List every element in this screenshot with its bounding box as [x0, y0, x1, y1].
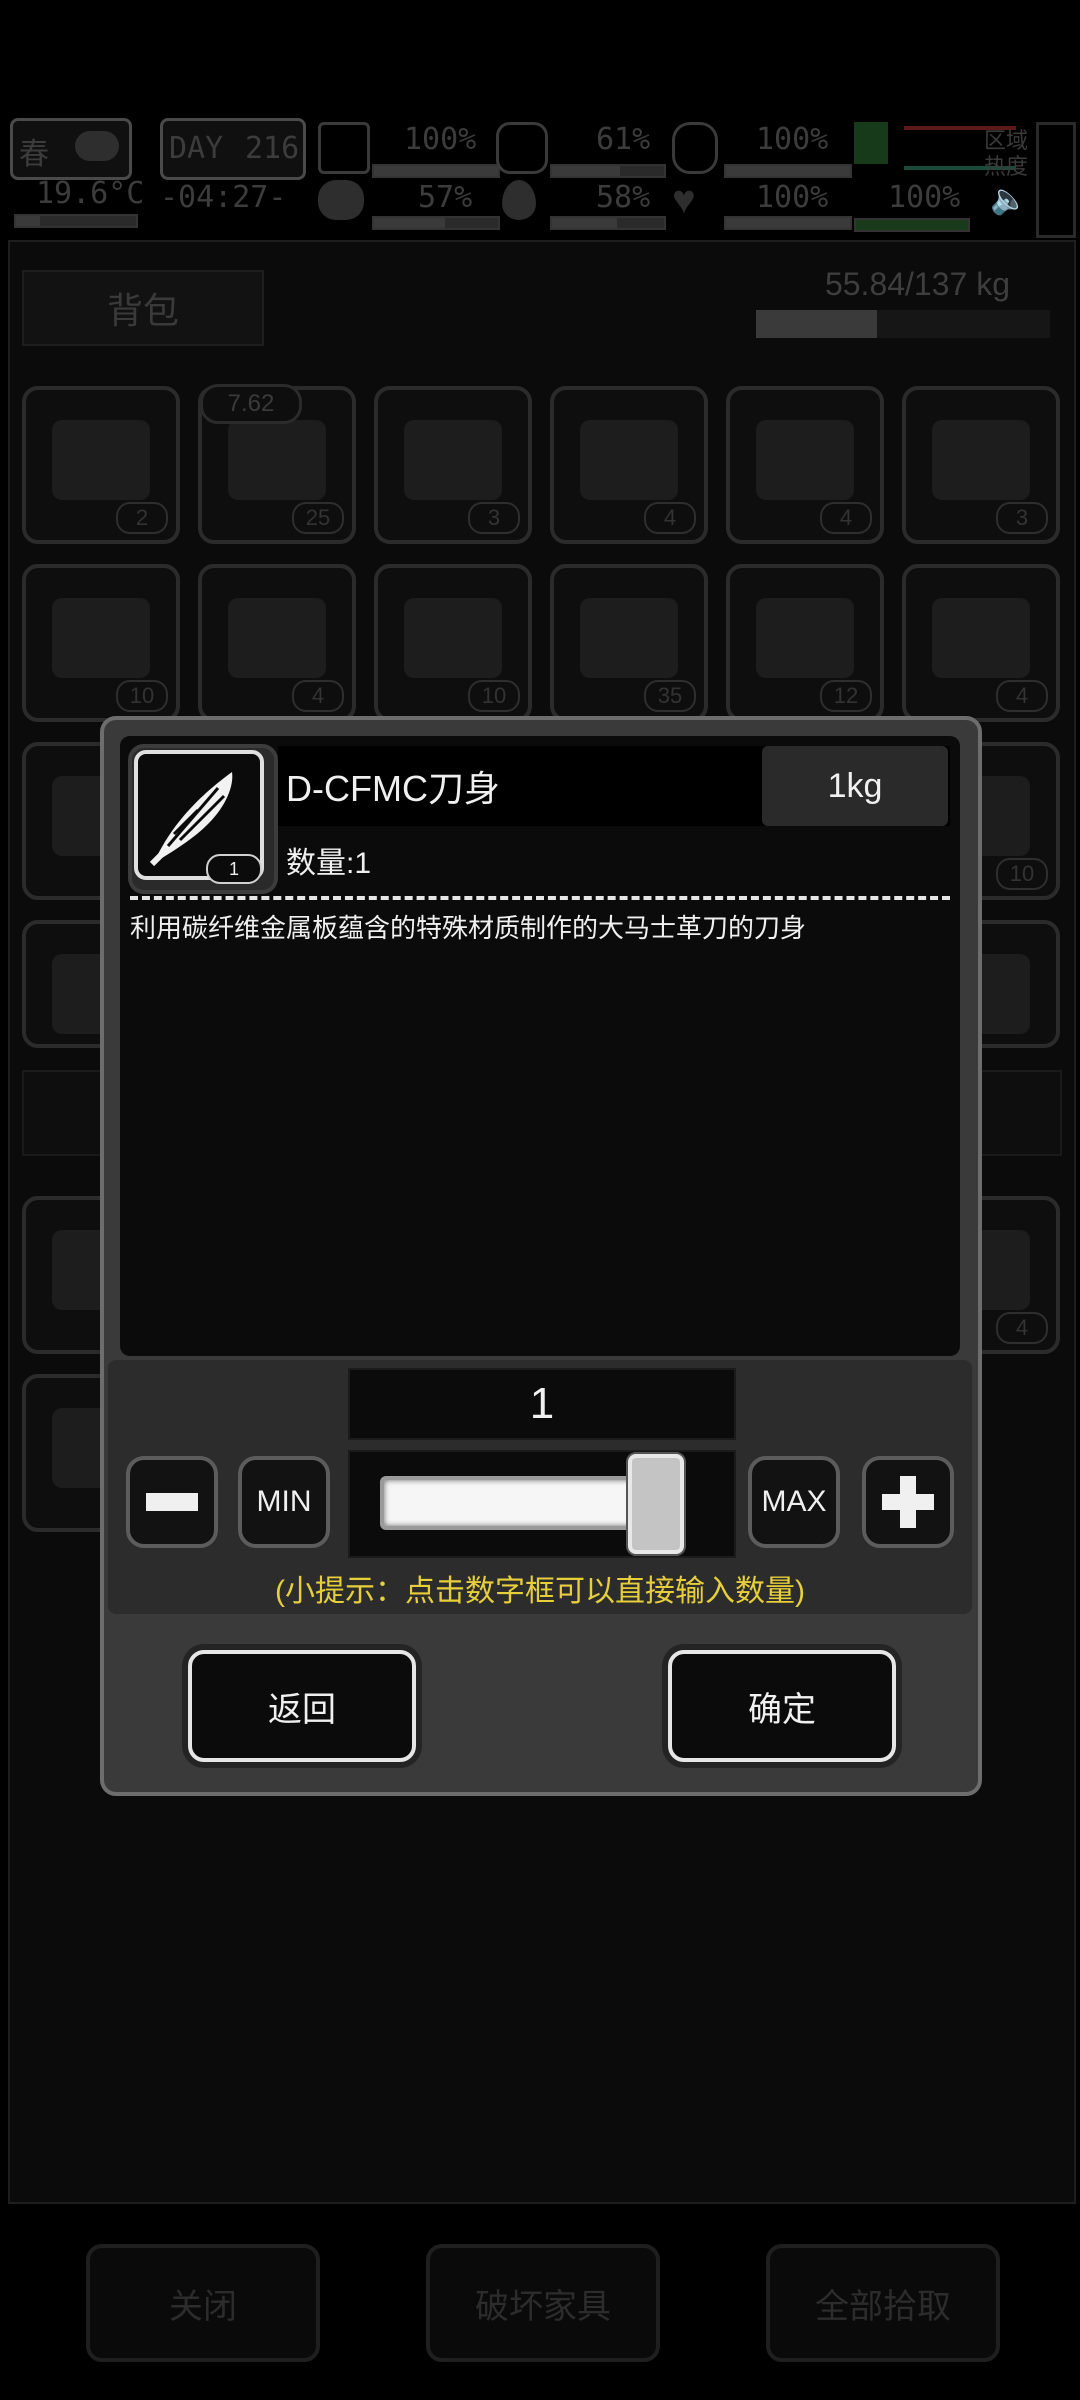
inventory-slot[interactable]: 12: [726, 564, 884, 722]
speaker-icon[interactable]: 🔈: [990, 182, 1027, 217]
slot-count: 10: [468, 680, 520, 712]
inventory-slot[interactable]: 3: [902, 386, 1060, 544]
slot-count: 4: [996, 680, 1048, 712]
inventory-slot[interactable]: 4: [198, 564, 356, 722]
cloud-icon: [75, 131, 119, 161]
slot-count: 4: [996, 1312, 1048, 1344]
minus-icon: [146, 1493, 198, 1511]
stomach-bar: [550, 164, 666, 178]
item-icon-count: 1: [206, 854, 262, 884]
confirm-button[interactable]: 确定: [668, 1650, 896, 1762]
slot-count: 12: [820, 680, 872, 712]
slot-count: 3: [468, 502, 520, 534]
min-label: MIN: [256, 1485, 312, 1518]
slot-count: 25: [292, 502, 344, 534]
inventory-slot[interactable]: 4: [902, 564, 1060, 722]
slot-count: 10: [996, 858, 1048, 890]
water-fill: [552, 218, 617, 228]
max-label: MAX: [761, 1485, 827, 1518]
item-name: D-CFMC刀身: [286, 768, 500, 809]
slot-caliber-tag: 7.62: [200, 384, 302, 424]
inventory-slot[interactable]: 4: [726, 386, 884, 544]
item-description: 利用碳纤维金属板蕴含的特殊材质制作的大马士革刀的刀身: [130, 913, 807, 943]
decrease-button[interactable]: [126, 1456, 218, 1548]
destroy-furniture-button[interactable]: 破坏家具: [426, 2244, 660, 2362]
stomach-fill: [552, 166, 621, 176]
inventory-slot[interactable]: 10: [374, 564, 532, 722]
slot-count: 2: [116, 502, 168, 534]
water-value: 58%: [596, 180, 651, 215]
max-button[interactable]: MAX: [748, 1456, 840, 1548]
stamina-fill: [856, 220, 968, 230]
inventory-slot[interactable]: 4: [550, 386, 708, 544]
item-quantity-text: 数量:1: [286, 847, 372, 880]
water-drop-icon: [502, 180, 536, 220]
quantity-input[interactable]: 1: [348, 1368, 736, 1440]
slot-count: 4: [820, 502, 872, 534]
brain-bar: [372, 216, 500, 230]
heart-icon: ♥: [672, 178, 696, 222]
inventory-slot[interactable]: 35: [550, 564, 708, 722]
bag-weight-bar: [756, 310, 1050, 338]
temperature: 19.6°C: [36, 176, 145, 211]
plus-icon: [882, 1476, 934, 1528]
first-aid-icon: [318, 122, 370, 174]
bag-weight-fill: [756, 310, 877, 338]
day-box: DAY 216: [160, 118, 306, 180]
item-weight: 1kg: [762, 746, 948, 826]
slot-count: 10: [116, 680, 168, 712]
bag-weight: 55.84/137 kg: [824, 266, 1010, 302]
heart-fill: [726, 218, 850, 228]
hp-value: 100%: [404, 122, 477, 157]
min-button[interactable]: MIN: [238, 1456, 330, 1548]
stomach-value: 61%: [596, 122, 651, 157]
lungs-icon: [672, 122, 718, 174]
lungs-bar: [724, 164, 852, 178]
lungs-value: 100%: [756, 122, 829, 157]
temperature-bar: [14, 214, 138, 228]
inventory-slot[interactable]: 3: [374, 386, 532, 544]
inventory-slot[interactable]: 2: [22, 386, 180, 544]
brain-fill: [374, 218, 445, 228]
heart-value: 100%: [756, 180, 829, 215]
input-tip: (小提示：点击数字框可以直接输入数量): [275, 1575, 805, 1608]
brain-icon: [318, 180, 364, 220]
increase-button[interactable]: [862, 1456, 954, 1548]
stamina-icon: [854, 122, 888, 164]
heart-bar: [724, 216, 852, 230]
pickup-all-button[interactable]: 全部拾取: [766, 2244, 1000, 2362]
status-bar: 春 DAY 216 19.6°C -04:27- 100% 61% 100% 5…: [0, 108, 1080, 238]
quantity-slider-thumb[interactable]: [628, 1454, 684, 1554]
back-button[interactable]: 返回: [188, 1650, 416, 1762]
close-button[interactable]: 关闭: [86, 2244, 320, 2362]
slot-count: 4: [644, 502, 696, 534]
brain-value: 57%: [418, 180, 473, 215]
hp-bar: [372, 164, 500, 178]
day-label: DAY: [169, 131, 224, 166]
season-label: 春: [19, 137, 49, 172]
area-heat-label: 区域热度: [984, 128, 1029, 179]
stamina-value: 100%: [888, 180, 961, 215]
bag-title: 背包: [22, 270, 264, 346]
heat-meter: [1036, 122, 1076, 238]
lungs-fill: [726, 166, 850, 176]
dashed-divider: [130, 896, 950, 900]
slot-count: 4: [292, 680, 344, 712]
stomach-icon: [496, 122, 548, 174]
slot-count: 3: [996, 502, 1048, 534]
stamina-bar: [854, 218, 970, 232]
hp-fill: [374, 166, 498, 176]
slot-count: 35: [644, 680, 696, 712]
day-value: 216: [245, 131, 300, 166]
season-box: 春: [10, 118, 132, 180]
water-bar: [550, 216, 666, 230]
inventory-slot[interactable]: 10: [22, 564, 180, 722]
game-time: -04:27-: [160, 180, 287, 215]
